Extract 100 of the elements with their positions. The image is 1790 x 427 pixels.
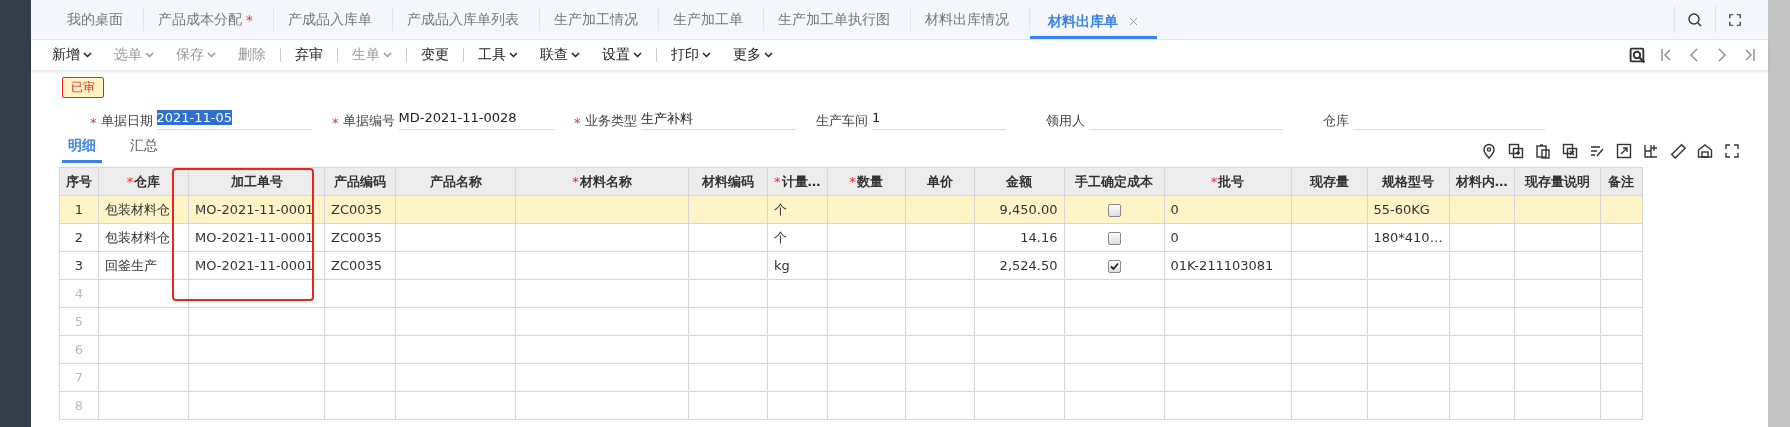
- input-field[interactable]: 2021-11-05: [156, 110, 312, 130]
- column-header[interactable]: 规格型号: [1367, 167, 1450, 196]
- required-mark: *: [774, 173, 781, 189]
- column-header[interactable]: *仓库: [98, 167, 189, 196]
- table-cell: 01K-211103081: [1170, 258, 1274, 273]
- field-label: 领用人: [1046, 112, 1085, 130]
- checkbox[interactable]: [1107, 204, 1121, 217]
- column-header[interactable]: 手工确定成本: [1064, 167, 1164, 196]
- table-cell: 包装材料仓: [105, 229, 170, 245]
- column-header[interactable]: 金额: [974, 167, 1064, 196]
- table-cell: ZC0035: [331, 258, 383, 273]
- caret-icon: [764, 52, 773, 58]
- table-cell: 8: [74, 398, 84, 413]
- column-header[interactable]: 加工单号: [188, 167, 325, 196]
- column-header[interactable]: 产品名称: [395, 167, 516, 196]
- caret-icon: [145, 52, 154, 58]
- field-label: 单据日期: [100, 112, 153, 130]
- column-header[interactable]: *材料名称: [515, 167, 689, 196]
- column-header[interactable]: *数量: [827, 167, 905, 196]
- caret-icon: [207, 52, 216, 58]
- table-cell: 2: [74, 230, 84, 245]
- column-header[interactable]: 材料编码: [688, 167, 768, 196]
- table-row[interactable]: 3 回釜生产 MO-2021-11-0001 ZC0035 kg 2,524.50 01K-211103081: [59, 251, 1643, 280]
- required-mark: *: [572, 173, 579, 189]
- tab[interactable]: 产成品入库单列表: [392, 8, 540, 31]
- input-field[interactable]: 生产补料: [640, 110, 796, 130]
- table-row[interactable]: 2 包装材料仓 MO-2021-11-0001 ZC0035 个 14.16 0 180*410…: [59, 223, 1643, 252]
- toolbar-button[interactable]: 更多: [725, 46, 781, 64]
- delete-copy-icon[interactable]: [1562, 143, 1578, 159]
- column-header[interactable]: *批号: [1164, 167, 1291, 196]
- location-pin-icon[interactable]: [1481, 143, 1497, 159]
- column-header[interactable]: 材料内…: [1449, 167, 1515, 196]
- add-copy-icon[interactable]: [1508, 143, 1524, 159]
- table-cell: 9,450.00: [999, 202, 1058, 217]
- table-cell: 包装材料仓: [105, 201, 170, 217]
- table-cell: 180*410…: [1373, 230, 1443, 245]
- insert-row-icon[interactable]: [1643, 143, 1659, 159]
- table-cell: 1: [74, 202, 84, 217]
- column-header[interactable]: 产品编码: [324, 167, 396, 196]
- toolbar-button[interactable]: 新增: [44, 46, 100, 64]
- column-header[interactable]: 序号: [59, 167, 99, 196]
- modified-mark: *: [246, 11, 253, 28]
- caret-icon: [83, 52, 92, 58]
- input-field[interactable]: 1: [872, 110, 1006, 130]
- table-cell: 3: [74, 258, 84, 273]
- warehouse-icon[interactable]: [1697, 143, 1713, 159]
- caret-icon: [383, 52, 392, 58]
- toolbar-button[interactable]: 变更: [413, 46, 457, 64]
- column-header[interactable]: *计量…: [767, 167, 827, 196]
- table-cell: MO-2021-11-0001: [195, 258, 314, 273]
- toolbar-button[interactable]: 打印: [663, 46, 719, 64]
- export-icon[interactable]: [1616, 143, 1632, 159]
- paste-icon[interactable]: [1535, 143, 1551, 159]
- table-cell: MO-2021-11-0001: [195, 202, 314, 217]
- table-cell: 0: [1170, 230, 1179, 245]
- required-mark: *: [849, 173, 856, 189]
- toolbar-button[interactable]: 联查: [532, 46, 588, 64]
- ruler-icon[interactable]: [1670, 143, 1686, 159]
- caret-icon: [509, 52, 518, 58]
- required-mark: *: [574, 115, 581, 130]
- fullscreen-icon[interactable]: [1724, 143, 1740, 159]
- column-header[interactable]: 单价: [905, 167, 974, 196]
- table-cell: 7: [74, 370, 84, 385]
- tab[interactable]: 产成品入库单: [273, 8, 393, 31]
- tab[interactable]: 材料出库情况: [910, 8, 1030, 31]
- column-header[interactable]: 现存量说明: [1514, 167, 1601, 196]
- column-header[interactable]: 现存量: [1291, 167, 1367, 196]
- caret-icon: [702, 52, 711, 58]
- tab[interactable]: 我的桌面: [53, 8, 144, 31]
- table-cell: 5: [74, 314, 84, 329]
- tab[interactable]: 生产加工单执行图: [763, 8, 911, 31]
- required-mark: *: [332, 115, 339, 130]
- table-cell: MO-2021-11-0001: [195, 230, 314, 245]
- field-label: 单据编号: [342, 112, 395, 130]
- input-field[interactable]: MD-2021-11-0028: [398, 110, 554, 130]
- column-header[interactable]: 备注: [1600, 167, 1643, 196]
- table-cell: kg: [774, 258, 790, 273]
- tab[interactable]: 生产加工情况: [539, 8, 659, 31]
- toolbar-button[interactable]: 工具: [470, 46, 526, 64]
- field-label: 业务类型: [584, 112, 637, 130]
- tab[interactable]: 生产加工单: [658, 8, 764, 31]
- search-icon[interactable]: [1687, 11, 1703, 28]
- edit-lines-icon[interactable]: [1589, 143, 1605, 159]
- caret-icon: [571, 52, 580, 58]
- table-cell: 回釜生产: [105, 257, 157, 273]
- fullscreen-icon[interactable]: [1728, 12, 1742, 27]
- field-label: 仓库: [1323, 112, 1349, 130]
- toolbar-button[interactable]: 弃审: [287, 46, 331, 64]
- toolbar-button[interactable]: 设置: [594, 46, 650, 64]
- tab[interactable]: 汇总: [124, 135, 164, 163]
- field-label: 生产车间: [816, 112, 868, 130]
- table-cell: 4: [74, 286, 84, 301]
- table-cell: 2,524.50: [999, 258, 1058, 273]
- table-cell: 个: [774, 229, 787, 245]
- checkbox[interactable]: [1107, 232, 1121, 245]
- preview-icon[interactable]: [1629, 46, 1646, 64]
- tab[interactable]: 产品成本分配 *: [144, 8, 274, 31]
- checkbox[interactable]: [1107, 260, 1121, 273]
- table-row[interactable]: 1 包装材料仓 MO-2021-11-0001 ZC0035 个 9,450.00 0 55-60KG: [59, 195, 1643, 224]
- tab[interactable]: 明细: [62, 135, 102, 163]
